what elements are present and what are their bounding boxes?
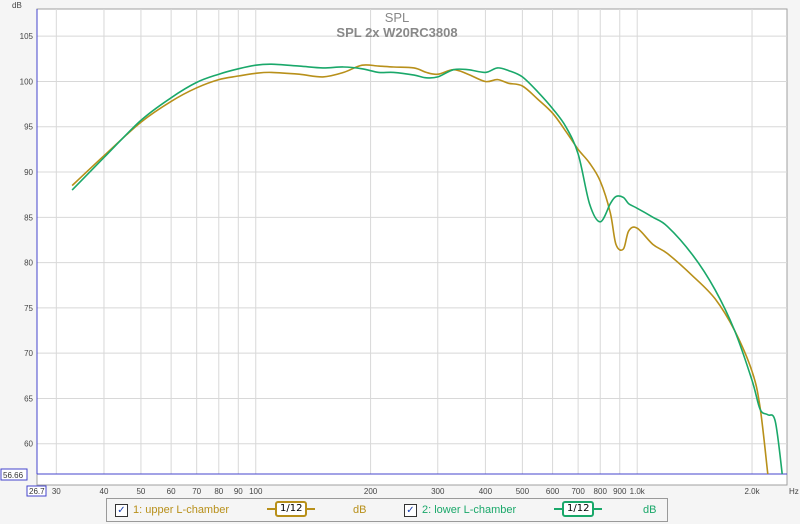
y-axis-unit-label: dB	[12, 1, 22, 10]
svg-text:56.66: 56.66	[3, 471, 24, 480]
legend: ✓ 1: upper L-chamber 1/12 dB ✓ 2: lower …	[106, 498, 668, 522]
x-tick-label: 70	[192, 487, 201, 496]
y-tick-label: 95	[24, 123, 33, 132]
legend-item-lower[interactable]: ✓ 2: lower L-chamber	[404, 502, 516, 518]
x-tick-label: 300	[431, 487, 445, 496]
y-tick-label: 75	[24, 304, 33, 313]
chart-subtitle: SPL 2x W20RC3808	[336, 25, 457, 40]
y-tick-label: 80	[24, 259, 33, 268]
x-tick-label: 30	[52, 487, 61, 496]
x-tick-label: 500	[516, 487, 530, 496]
series-1-smoothing-badge[interactable]: 1/12	[267, 501, 316, 517]
x-tick-label: 60	[167, 487, 176, 496]
y-tick-label: 105	[20, 32, 34, 41]
svg-text:26.7: 26.7	[29, 487, 45, 496]
y-tick-label: 60	[24, 440, 33, 449]
x-tick-label: 50	[136, 487, 145, 496]
x-tick-label: 900	[613, 487, 627, 496]
plot-background	[36, 8, 788, 486]
cursor-x-readout[interactable]: 26.7	[26, 485, 47, 497]
x-tick-label: 600	[546, 487, 560, 496]
y-tick-label: 65	[24, 394, 33, 403]
chart-svg: 60 65 70 75 80 85 90 95 100 105 30 40 50 60 70 80 90 100 2…	[0, 1, 799, 497]
series-1-smoothing-value: 1/12	[275, 501, 308, 517]
y-tick-label: 100	[20, 77, 34, 86]
series-2-smoothing-value: 1/12	[562, 501, 595, 517]
chart-title: SPL	[385, 10, 410, 25]
x-tick-label: 400	[479, 487, 493, 496]
series-1-unit: dB	[353, 504, 367, 516]
x-tick-label: 80	[214, 487, 223, 496]
series-2-checkbox[interactable]: ✓	[404, 503, 417, 517]
x-tick-label: 2.0k	[744, 487, 760, 496]
cursor-y-readout[interactable]: 56.66	[0, 468, 28, 481]
x-tick-label: 700	[571, 487, 585, 496]
y-tick-label: 70	[24, 349, 33, 358]
series-1-checkbox[interactable]: ✓	[115, 503, 128, 517]
series-2-smoothing-badge[interactable]: 1/12	[554, 501, 603, 517]
y-tick-label: 90	[24, 168, 33, 177]
series-2-label: 2: lower L-chamber	[422, 504, 517, 516]
series-2-unit: dB	[643, 504, 657, 516]
x-tick-label: 100	[249, 487, 263, 496]
x-tick-label: 800	[594, 487, 608, 496]
legend-item-upper[interactable]: ✓ 1: upper L-chamber	[115, 502, 229, 518]
x-tick-label: 40	[100, 487, 109, 496]
x-tick-label: 200	[364, 487, 378, 496]
y-tick-label: 85	[24, 213, 33, 222]
series-1-label: 1: upper L-chamber	[133, 504, 229, 516]
x-axis-unit-label: Hz	[789, 487, 799, 496]
x-tick-label: 90	[234, 487, 243, 496]
x-tick-label: 1.0k	[630, 487, 646, 496]
